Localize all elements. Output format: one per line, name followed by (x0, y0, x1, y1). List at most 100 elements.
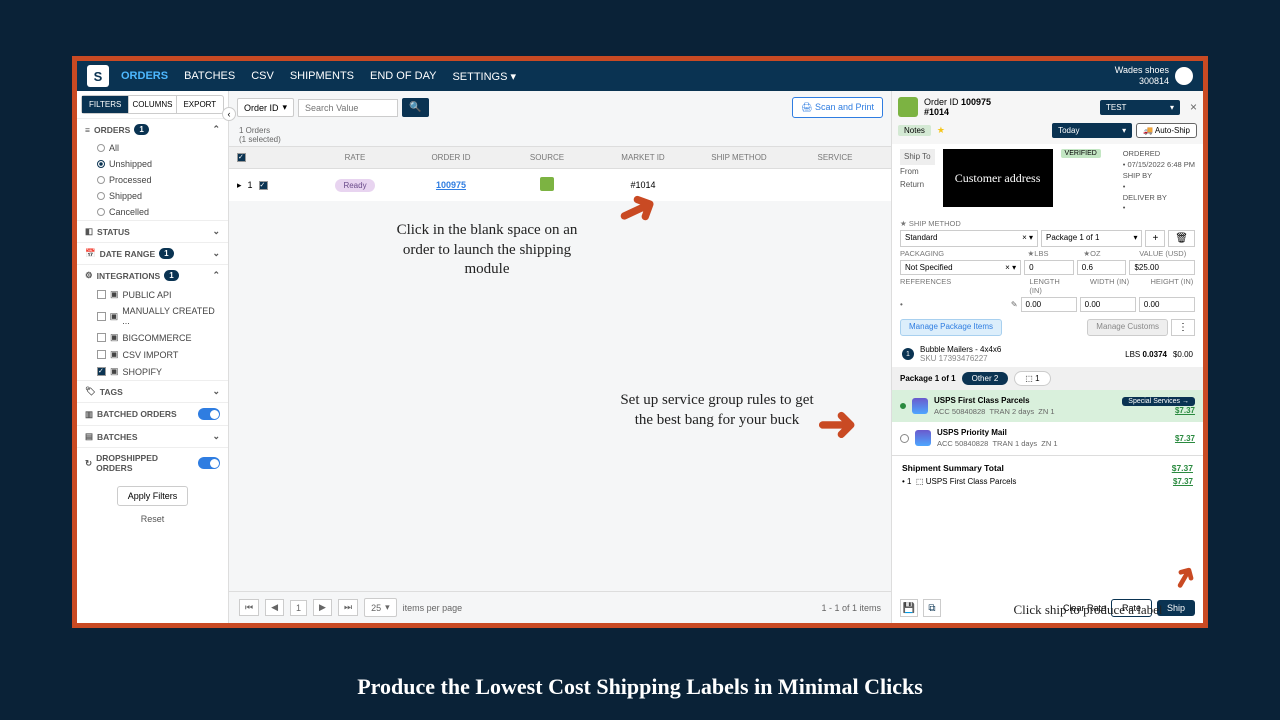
status-badge: Ready (335, 179, 374, 192)
package-select[interactable]: Package 1 of 1▾ (1041, 230, 1142, 247)
caption: Produce the Lowest Cost Shipping Labels … (0, 674, 1280, 700)
toggle-batched[interactable] (198, 408, 220, 420)
pager-first[interactable]: ⏮ (239, 599, 259, 616)
shipmethod-select[interactable]: Standard× ▾ (900, 230, 1038, 247)
pager-last[interactable]: ⏭ (338, 599, 358, 616)
tab-from[interactable]: From (900, 165, 935, 179)
group-batches[interactable]: ▤ BATCHES⌄ (77, 425, 228, 447)
logo: S (87, 65, 109, 87)
tab-columns[interactable]: COLUMNS (129, 96, 176, 113)
pager-range: 1 - 1 of 1 items (821, 603, 881, 613)
tab-return[interactable]: Return (900, 178, 935, 192)
main-area: Order ID ▾ 🔍 🖨 Scan and Print 1 Orders(1… (229, 91, 891, 623)
int-csv[interactable]: ▣ CSV IMPORT (77, 346, 228, 363)
autoship-button[interactable]: 🚚 Auto-Ship (1136, 123, 1197, 138)
usps-icon (912, 398, 928, 414)
opt-all[interactable]: All (77, 140, 228, 156)
table-meta: 1 Orders(1 selected) (229, 124, 891, 146)
search-input[interactable] (298, 99, 398, 117)
carrier-other-tab[interactable]: Other 2 (962, 372, 1009, 385)
user-name: Wades shoes (1115, 65, 1169, 76)
pager-next[interactable]: ▶ (313, 599, 332, 616)
reset-link[interactable]: Reset (77, 514, 228, 524)
close-icon[interactable]: × (1190, 100, 1197, 114)
item-name: Bubble Mailers - 4x4x6 (920, 345, 1119, 354)
int-bigcommerce[interactable]: ▣ BIGCOMMERCE (77, 329, 228, 346)
annotation-3: Click ship to produce a label (1003, 602, 1173, 619)
apply-filters-button[interactable]: Apply Filters (117, 486, 189, 506)
opt-unshipped[interactable]: Unshipped (77, 156, 228, 172)
annotation-2: Set up service group rules to get the be… (617, 391, 817, 430)
service-option-2[interactable]: USPS Priority MailACC 50840828 TRAN 1 da… (892, 422, 1203, 454)
user-id: 300814 (1115, 76, 1169, 87)
width-input[interactable]: 0.00 (1080, 297, 1136, 312)
nav-orders[interactable]: ORDERS (121, 70, 168, 83)
packaging-select[interactable]: Not Specified× ▾ (900, 260, 1021, 275)
arrow-icon: ➜ (1163, 558, 1203, 597)
group-daterange[interactable]: 📅 DATE RANGE1⌄ (77, 242, 228, 264)
usps-icon (915, 430, 931, 446)
carrier-ups-tab[interactable]: ⬚ 1 (1014, 371, 1050, 386)
arrow-icon: ➜ (817, 396, 857, 452)
search-field-select[interactable]: Order ID ▾ (237, 98, 294, 117)
pager-page[interactable]: 1 (290, 600, 307, 616)
toggle-drop[interactable] (198, 457, 220, 469)
int-shopify[interactable]: ▣ SHOPIFY (77, 363, 228, 380)
user-menu[interactable]: Wades shoes300814 (1115, 65, 1193, 87)
opt-processed[interactable]: Processed (77, 172, 228, 188)
table-row[interactable]: ▸1 Ready 100975 #1014 (229, 169, 891, 201)
delete-package-button[interactable]: 🗑 (1168, 230, 1195, 247)
nav-settings[interactable]: SETTINGS ▾ (452, 70, 516, 83)
notes-button[interactable]: Notes (898, 125, 931, 136)
service-option-1[interactable]: USPS First Class ParcelsACC 50840828 TRA… (892, 390, 1203, 422)
copy-icon[interactable]: ⧉ (923, 599, 941, 617)
shopify-icon (540, 177, 554, 191)
search-button[interactable]: 🔍 (402, 98, 428, 117)
group-tags[interactable]: 🏷 TAGS⌄ (77, 380, 228, 402)
value-input[interactable]: $25.00 (1129, 260, 1195, 275)
sidebar-tabs: FILTERS COLUMNS EXPORT (81, 95, 224, 114)
group-orders[interactable]: ≡ ORDERS1⌃ (77, 118, 228, 140)
order-id-link[interactable]: 100975 (436, 180, 466, 190)
more-icon[interactable]: ⋮ (1171, 319, 1195, 336)
lbs-input[interactable]: 0 (1024, 260, 1074, 275)
test-select[interactable]: TEST▾ (1100, 100, 1180, 115)
opt-shipped[interactable]: Shipped (77, 188, 228, 204)
pager: ⏮ ◀ 1 ▶ ⏭ 25 ▾ items per page 1 - 1 of 1… (229, 591, 891, 623)
annotation-1: Click in the blank space on an order to … (387, 221, 587, 280)
nav-eod[interactable]: END OF DAY (370, 70, 436, 83)
per-page-select[interactable]: 25 ▾ (364, 598, 397, 617)
shopify-icon (898, 97, 918, 117)
group-integrations[interactable]: ⚙ INTEGRATIONS1⌃ (77, 264, 228, 286)
save-icon[interactable]: 💾 (900, 599, 918, 617)
add-package-button[interactable]: + (1145, 230, 1165, 247)
length-input[interactable]: 0.00 (1021, 297, 1077, 312)
tab-shipto[interactable]: Ship To (900, 149, 935, 165)
scan-print-button[interactable]: 🖨 Scan and Print (792, 97, 883, 118)
nav-batches[interactable]: BATCHES (184, 70, 235, 83)
oz-input[interactable]: 0.6 (1077, 260, 1127, 275)
group-batched[interactable]: ▥ BATCHED ORDERS (77, 402, 228, 425)
edit-ref-icon[interactable]: ✎ (1011, 300, 1018, 309)
group-drop[interactable]: ↻ DROPSHIPPED ORDERS (77, 447, 228, 478)
nav-shipments[interactable]: SHIPMENTS (290, 70, 354, 83)
table-header: RATEORDER IDSOURCEMARKET IDSHIP METHODSE… (229, 146, 891, 169)
int-publicapi[interactable]: ▣ PUBLIC API (77, 286, 228, 303)
opt-cancelled[interactable]: Cancelled (77, 204, 228, 220)
select-all-checkbox[interactable] (237, 153, 246, 162)
nav-csv[interactable]: CSV (251, 70, 274, 83)
pager-prev[interactable]: ◀ (265, 599, 284, 616)
manage-customs-button[interactable]: Manage Customs (1087, 319, 1168, 336)
shipping-panel: Order ID 100975#1014 TEST▾ × Notes ★ Tod… (891, 91, 1203, 623)
height-input[interactable]: 0.00 (1139, 297, 1195, 312)
group-status[interactable]: ◧ STATUS⌄ (77, 220, 228, 242)
address-redacted: Customer address (943, 149, 1053, 207)
row-checkbox[interactable] (259, 181, 268, 190)
date-select[interactable]: Today▾ (1052, 123, 1132, 138)
tab-export[interactable]: EXPORT (177, 96, 223, 113)
manage-package-items-button[interactable]: Manage Package Items (900, 319, 1002, 336)
int-manual[interactable]: ▣ MANUALLY CREATED ... (77, 303, 228, 329)
collapse-sidebar-button[interactable]: ‹ (222, 107, 236, 121)
verified-badge: VERIFIED (1061, 149, 1101, 158)
tab-filters[interactable]: FILTERS (82, 96, 129, 113)
